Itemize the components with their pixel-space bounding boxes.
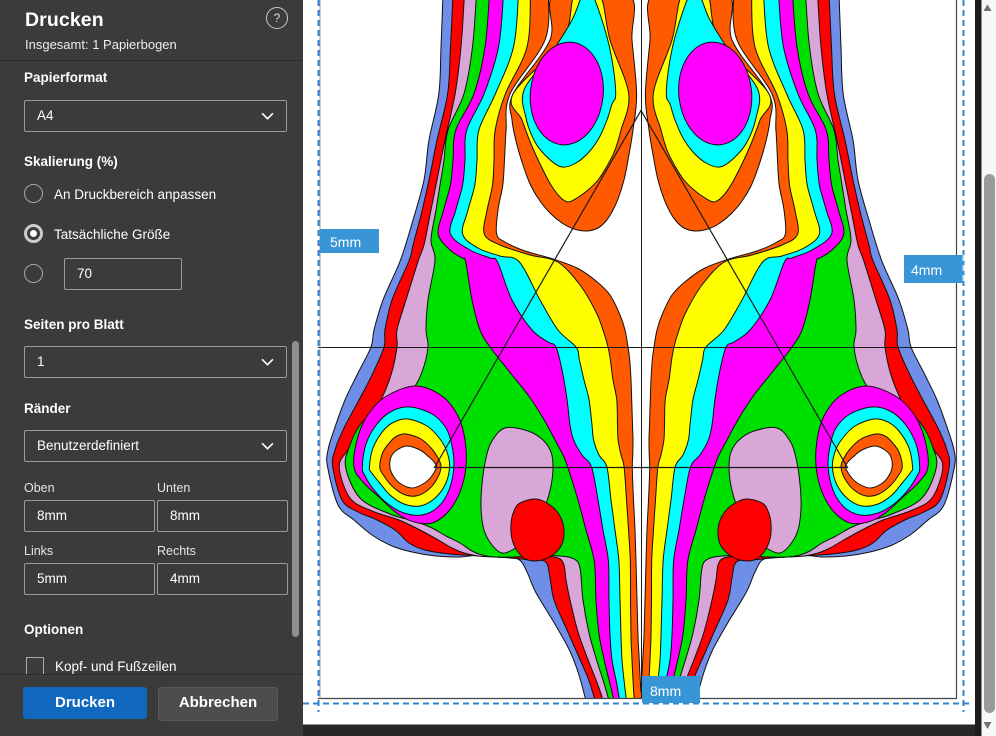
- svg-text:8mm: 8mm: [650, 683, 681, 699]
- svg-text:4mm: 4mm: [911, 262, 942, 278]
- svg-text:5mm: 5mm: [330, 234, 361, 250]
